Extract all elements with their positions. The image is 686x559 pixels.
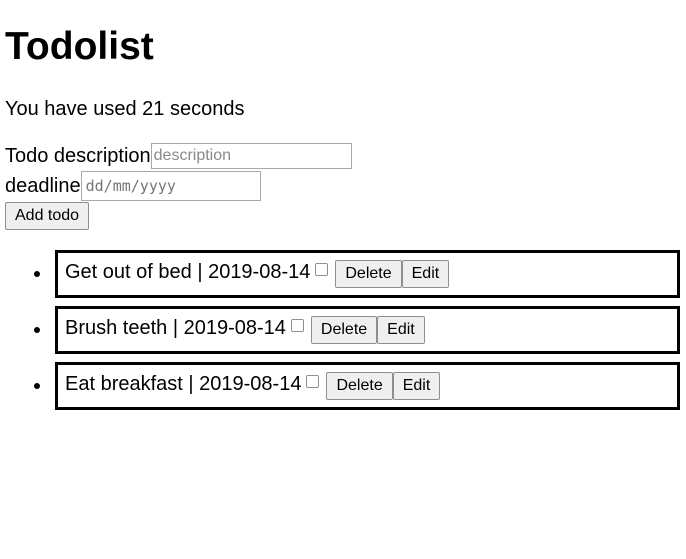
edit-button[interactable]: Edit xyxy=(392,372,441,400)
todo-item: Brush teeth | 2019-08-14 Delete Edit xyxy=(34,306,680,354)
todo-checkbox[interactable] xyxy=(306,374,320,388)
add-todo-button[interactable]: Add todo xyxy=(5,202,90,230)
todo-checkbox[interactable] xyxy=(290,318,304,332)
todo-checkbox[interactable] xyxy=(315,262,329,276)
page: Todolist You have used 21 seconds Todo d… xyxy=(0,0,686,559)
todo-list: Get out of bed | 2019-08-14 Delete Edit … xyxy=(5,250,686,410)
todo-item: Eat breakfast | 2019-08-14 Delete Edit xyxy=(34,362,680,410)
bullet-icon xyxy=(34,271,40,277)
edit-button[interactable]: Edit xyxy=(401,260,450,288)
elapsed-time-text: You have used 21 seconds xyxy=(5,98,245,120)
description-input[interactable] xyxy=(150,143,352,169)
page-title: Todolist xyxy=(5,25,154,68)
delete-button[interactable]: Delete xyxy=(326,372,393,400)
deadline-input[interactable] xyxy=(80,171,261,201)
delete-button[interactable]: Delete xyxy=(335,260,402,288)
todo-item: Get out of bed | 2019-08-14 Delete Edit xyxy=(34,250,680,298)
description-label: Todo description xyxy=(5,145,151,167)
todo-text: Eat breakfast | 2019-08-14 xyxy=(65,372,302,395)
add-row: Add todo xyxy=(5,202,686,230)
todo-text: Get out of bed | 2019-08-14 xyxy=(65,260,311,283)
description-row: Todo description xyxy=(5,142,686,170)
deadline-label: deadline xyxy=(5,175,81,197)
delete-button[interactable]: Delete xyxy=(310,316,378,344)
todo-text: Brush teeth | 2019-08-14 xyxy=(65,316,286,339)
deadline-row: deadline xyxy=(5,170,686,202)
bullet-icon xyxy=(34,327,40,333)
bullet-icon xyxy=(34,383,40,389)
edit-button[interactable]: Edit xyxy=(377,316,425,344)
